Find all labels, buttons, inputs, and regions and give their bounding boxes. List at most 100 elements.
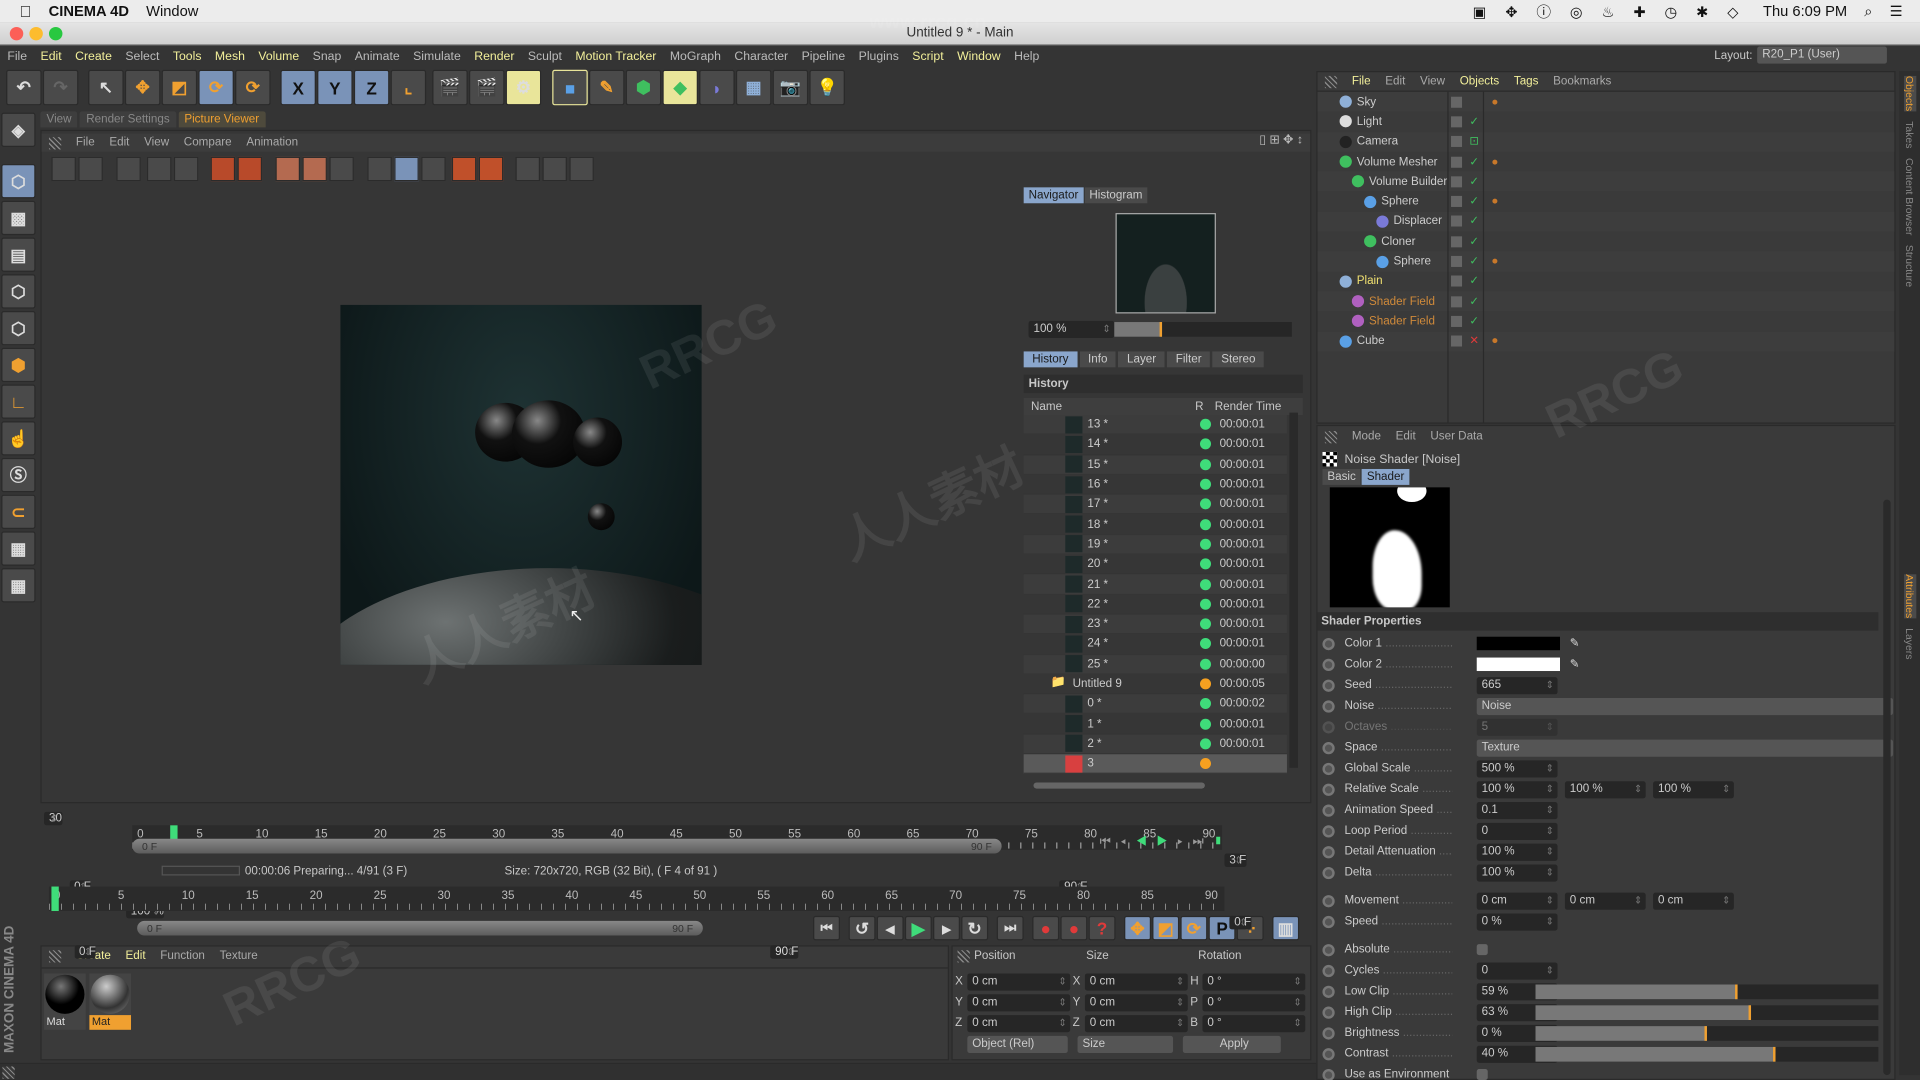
use-as-environment-checkbox[interactable]	[1476, 1068, 1488, 1080]
region-icon[interactable]	[275, 156, 301, 182]
relative-scale-field[interactable]: 100 %	[1476, 780, 1558, 798]
tab-basic[interactable]: Basic	[1322, 468, 1361, 485]
layer-toggle[interactable]	[1451, 176, 1463, 188]
next-key-icon[interactable]: ↻	[961, 915, 989, 941]
tab-shader[interactable]: Shader	[1361, 468, 1410, 485]
render-settings-icon[interactable]: ⚙	[505, 69, 542, 106]
spotlight-icon[interactable]: ⌕	[1864, 2, 1872, 20]
export-alt-icon[interactable]	[173, 156, 198, 182]
animate-radio[interactable]	[1322, 803, 1335, 817]
layout-dropdown[interactable]: R20_P1 (User)	[1757, 46, 1888, 64]
history-row[interactable]: 17 * 00:00:01	[1023, 494, 1287, 515]
first-frame-icon[interactable]: ⏮	[1100, 835, 1121, 848]
history-row[interactable]: 2 * 00:00:01	[1023, 734, 1287, 755]
playhead[interactable]	[51, 886, 59, 912]
contrast-slider[interactable]	[1535, 1046, 1879, 1062]
object-row[interactable]: Cube ✕ ●	[1317, 331, 1895, 352]
object-row[interactable]: Light ✓	[1318, 112, 1895, 132]
navigator-zoom-slider[interactable]	[1114, 322, 1292, 337]
menu-help[interactable]: Help	[1014, 50, 1039, 63]
layer-toggle[interactable]	[1451, 255, 1463, 267]
history-row[interactable]: 13 * 00:00:01	[1023, 415, 1287, 436]
delete-all-icon[interactable]	[237, 156, 263, 182]
tab-filter[interactable]: Filter	[1167, 351, 1211, 368]
menu-window[interactable]: Window	[957, 50, 1001, 63]
object-row[interactable]: Shader Field ✓	[1317, 291, 1895, 312]
animate-radio[interactable]	[1322, 1068, 1335, 1080]
layer-toggle[interactable]	[1451, 335, 1463, 347]
coord-field[interactable]: 0 cm	[967, 993, 1071, 1011]
x-axis-toggle[interactable]: X	[280, 69, 316, 106]
history-scrollbar[interactable]	[1289, 412, 1298, 768]
movement-field[interactable]: 0 cm	[1476, 892, 1558, 910]
layer-toggle[interactable]	[1451, 295, 1463, 307]
mat-menu-function[interactable]: Function	[160, 949, 205, 962]
tag-icon[interactable]: ●	[1491, 335, 1498, 348]
lock-workplane-icon[interactable]: ▦	[1, 568, 36, 603]
floor-icon[interactable]: ▦	[735, 69, 772, 106]
eyedropper-icon[interactable]: ✎	[1570, 658, 1580, 671]
keyframe-selection-icon[interactable]: ?	[1088, 915, 1116, 941]
object-row[interactable]: Cloner ✓	[1318, 232, 1895, 252]
menu-snap[interactable]: Snap	[313, 50, 342, 63]
visibility-on-icon[interactable]: ✓	[1469, 315, 1479, 328]
layout-selector[interactable]: Layout: R20_P1 (User)	[1714, 46, 1888, 64]
history-row[interactable]: 14 * 00:00:01	[1023, 435, 1287, 456]
animate-radio[interactable]	[1322, 699, 1335, 713]
tag-icon[interactable]: ●	[1491, 255, 1498, 268]
col-name[interactable]: Name	[1024, 400, 1195, 413]
fps-field[interactable]: 30	[44, 811, 62, 826]
ab-compare-icon[interactable]	[367, 156, 392, 182]
layer-toggle[interactable]	[1451, 315, 1463, 327]
animate-radio[interactable]	[1322, 985, 1335, 998]
object-row[interactable]: Displacer ✓	[1317, 211, 1895, 232]
object-row[interactable]: Volume Mesher ✓ ●	[1318, 152, 1895, 172]
set-a-icon[interactable]	[451, 156, 476, 182]
col-render-time[interactable]: Render Time	[1215, 400, 1282, 413]
pv-menu-compare[interactable]: Compare	[184, 136, 232, 149]
global-scale-field[interactable]: 500 %	[1476, 759, 1558, 777]
cube-icon[interactable]: ■	[552, 69, 588, 106]
history-row[interactable]: 19 * 00:00:01	[1023, 534, 1287, 555]
coord-field[interactable]: 0 °	[1202, 993, 1306, 1011]
obj-menu-file[interactable]: File	[1352, 75, 1371, 88]
apple-icon[interactable]: 	[20, 2, 32, 20]
rotate-tool-icon[interactable]: ⟳	[198, 69, 234, 106]
pv-current-frame-field[interactable]: 3 F	[1224, 853, 1247, 867]
relative-scale-field-v2[interactable]: 100 %	[1564, 780, 1646, 798]
animate-radio[interactable]	[1322, 678, 1335, 692]
clock[interactable]: Thu 6:09 PM	[1763, 2, 1847, 19]
history-row[interactable]: 3	[1023, 754, 1287, 775]
pv-menu-view[interactable]: View	[144, 136, 169, 149]
noise-dropdown[interactable]: Noise	[1476, 697, 1894, 715]
animate-radio[interactable]	[1322, 1047, 1335, 1060]
menu-simulate[interactable]: Simulate	[413, 50, 461, 63]
attribute-scrollbar[interactable]	[1883, 499, 1891, 1076]
visibility-on-icon[interactable]: ✓	[1469, 155, 1479, 168]
animate-radio[interactable]	[1322, 866, 1335, 879]
movement-field-v3[interactable]: 0 cm	[1653, 892, 1734, 910]
animate-radio[interactable]	[1322, 658, 1335, 671]
history-row[interactable]: 📁 Untitled 9 00:00:05	[1023, 675, 1287, 695]
mat-menu-edit[interactable]: Edit	[126, 949, 146, 962]
pv-menu-edit[interactable]: Edit	[109, 136, 129, 149]
deformer-icon[interactable]: ◗	[699, 69, 735, 106]
polygons-mode-icon[interactable]: ⬢	[1, 347, 36, 383]
coord-field[interactable]: 0 cm	[967, 1014, 1071, 1032]
magnet-icon[interactable]: ⊂	[1, 494, 36, 529]
coord-field[interactable]: 0 cm	[1084, 993, 1188, 1011]
menu-create[interactable]: Create	[75, 50, 112, 63]
grip-icon[interactable]	[48, 136, 62, 149]
interactive-region-icon[interactable]	[329, 156, 355, 182]
side-tab-layers[interactable]: Layers	[1903, 628, 1915, 659]
animate-radio[interactable]	[1322, 1005, 1335, 1019]
tab-stereo[interactable]: Stereo	[1212, 351, 1265, 368]
visibility-on-icon[interactable]: ✓	[1469, 295, 1479, 308]
obj-menu-tags[interactable]: Tags	[1514, 75, 1539, 88]
object-row[interactable]: Shader Field ✓	[1318, 311, 1895, 331]
space-dropdown[interactable]: Texture	[1476, 738, 1894, 757]
visibility-on-icon[interactable]: ✓	[1469, 275, 1479, 288]
material-swatch[interactable]: Mat	[89, 973, 132, 1030]
history-row[interactable]: 23 * 00:00:01	[1023, 614, 1287, 635]
menu-motion-tracker[interactable]: Motion Tracker	[575, 50, 656, 63]
